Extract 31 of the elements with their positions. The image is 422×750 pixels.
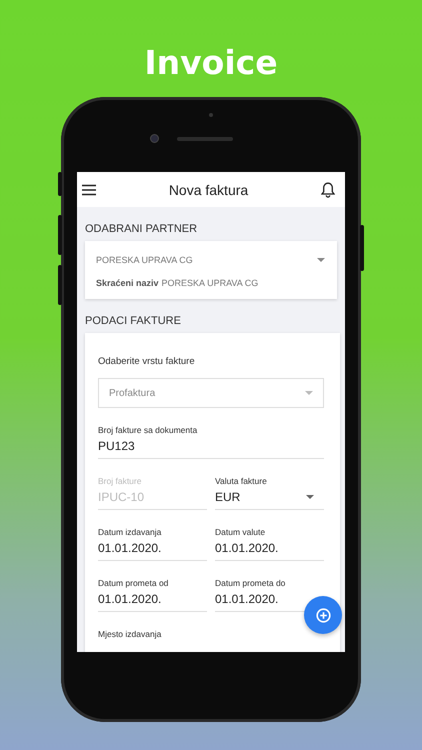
- section-heading: ODABRANI PARTNER: [85, 223, 198, 235]
- invoice-type-select[interactable]: Profaktura: [98, 378, 324, 408]
- camera-dot: [150, 134, 158, 143]
- short-name-label: Skraćeni naziv: [96, 278, 159, 288]
- field-label: Datum valute: [215, 527, 266, 537]
- field-label: Valuta fakture: [215, 476, 268, 486]
- field-label: Broj fakture sa dokumenta: [98, 425, 198, 435]
- speaker-grille: [176, 136, 232, 140]
- input-field[interactable]: 01.01.2020.: [98, 541, 162, 555]
- dropdown-arrow-icon[interactable]: [317, 258, 325, 262]
- headline: Invoice: [144, 42, 278, 84]
- field-label: Broj fakture: [98, 476, 142, 486]
- plus-circle-icon: [316, 608, 330, 622]
- sensor-dot: [209, 113, 213, 117]
- field-label: Mjesto izdavanja: [98, 629, 162, 639]
- input-field[interactable]: 01.01.2020.: [215, 592, 278, 606]
- field-label: Datum izdavanja: [98, 527, 162, 537]
- menu-icon[interactable]: [82, 184, 96, 196]
- section-heading: PODACI FAKTURE: [85, 315, 182, 327]
- input-field[interactable]: EUR: [215, 490, 324, 504]
- bell-icon[interactable]: [321, 182, 335, 198]
- field-label: Datum prometa do: [215, 578, 286, 588]
- field-label: Odaberite vrstu fakture: [98, 356, 196, 367]
- screen-title: Nova faktura: [168, 182, 248, 198]
- short-name-value: PORESKA UPRAVA CG: [162, 278, 258, 288]
- input-field[interactable]: 01.01.2020.: [98, 592, 162, 606]
- field-label: Datum prometa od: [98, 578, 170, 588]
- input-field[interactable]: 01.01.2020.: [215, 541, 278, 555]
- partner-name[interactable]: PORESKA UPRAVA CG: [96, 255, 193, 265]
- input-field[interactable]: PU123: [98, 439, 135, 453]
- dropdown-arrow-icon[interactable]: [306, 494, 314, 500]
